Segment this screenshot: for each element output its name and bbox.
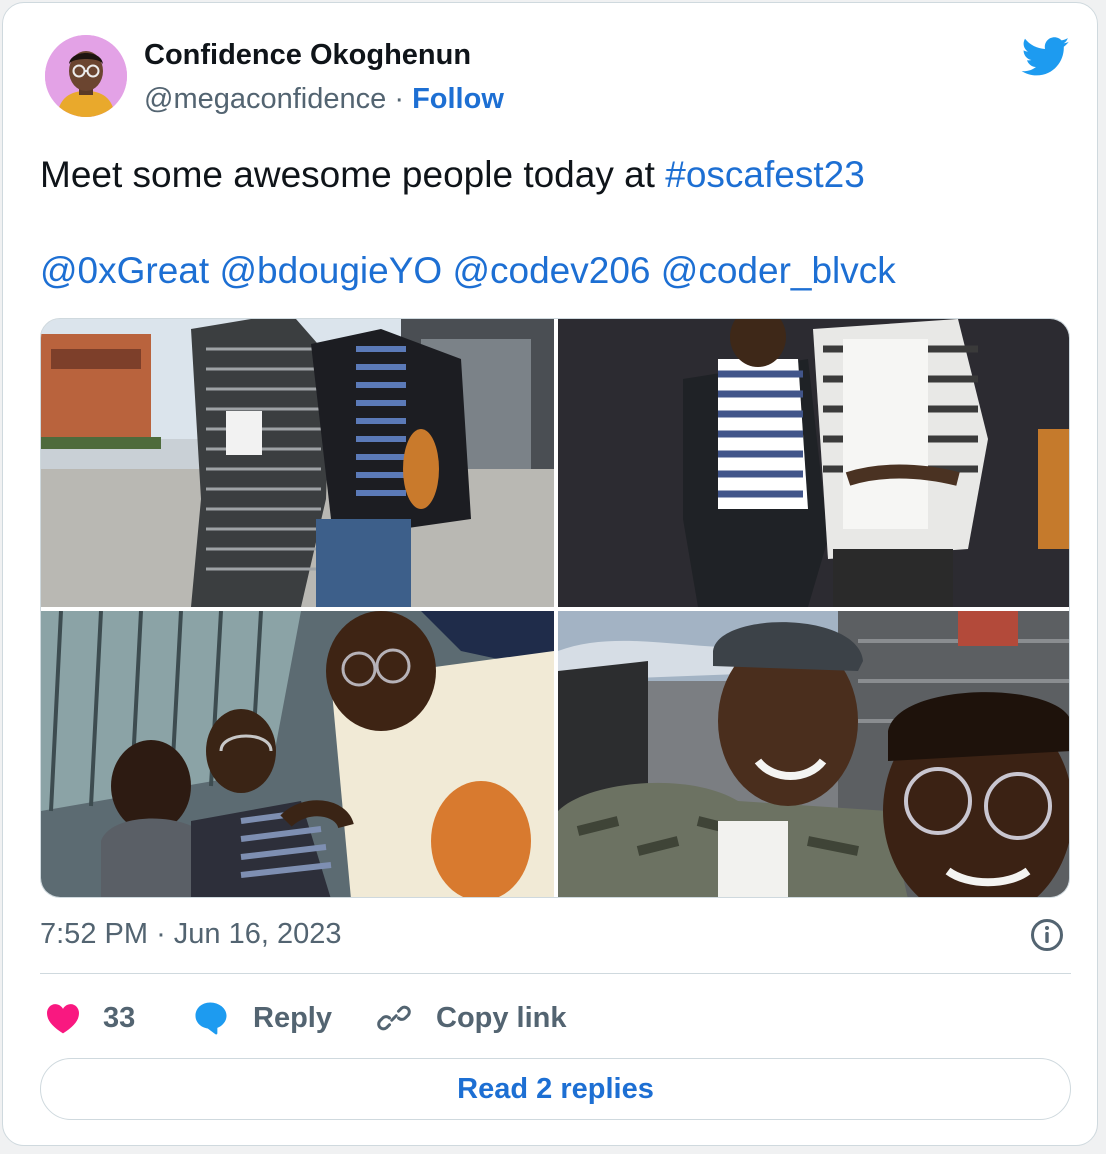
like-button[interactable]: 33 (45, 998, 135, 1038)
copy-link-button[interactable]: Copy link (376, 998, 567, 1038)
link-icon (377, 1005, 411, 1031)
handle-separator: · (394, 83, 404, 115)
author-avatar[interactable] (45, 35, 127, 117)
media-grid (40, 318, 1070, 898)
speech-bubble-icon (195, 1002, 227, 1035)
author-handle-line: @megaconfidence · Follow (144, 83, 504, 116)
mentions-line: @0xGreat @bdougieYO @codev206 @coder_blv… (40, 247, 896, 295)
tweet-text-prefix: Meet some awesome people today at (40, 154, 666, 195)
like-count: 33 (103, 1001, 136, 1034)
follow-button[interactable]: Follow (412, 83, 504, 115)
hashtag-link[interactable]: #oscafest23 (665, 154, 865, 195)
tweet-date: Jun 16, 2023 (173, 918, 342, 950)
read-replies-button[interactable]: Read 2 replies (40, 1058, 1071, 1120)
copy-link-label: Copy link (436, 1001, 567, 1034)
mention-link[interactable]: @coder_blvck (661, 250, 896, 291)
tweet-timestamp[interactable]: 7:52 PM · Jun 16, 2023 (40, 918, 342, 951)
author-name[interactable]: Confidence Okoghenun (144, 39, 471, 72)
author-handle[interactable]: @megaconfidence (144, 83, 386, 115)
media-photo[interactable] (558, 319, 1069, 607)
tweet-time: 7:52 PM (40, 918, 148, 950)
media-photo[interactable] (558, 611, 1069, 897)
user-avatar-photo (45, 35, 127, 117)
heart-icon (47, 1004, 79, 1034)
mention-link[interactable]: @codev206 (452, 250, 650, 291)
tweet-text: Meet some awesome people today at #oscaf… (40, 151, 865, 199)
divider (40, 973, 1071, 974)
timestamp-separator: · (156, 918, 166, 950)
mention-link[interactable]: @bdougieYO (219, 250, 442, 291)
media-photo[interactable] (41, 611, 554, 897)
reply-label: Reply (253, 1001, 332, 1034)
mention-link[interactable]: @0xGreat (40, 250, 209, 291)
reply-button[interactable]: Reply (193, 998, 332, 1038)
media-photo[interactable] (41, 319, 554, 607)
tweet-card: Confidence Okoghenun @megaconfidence · F… (2, 2, 1098, 1146)
info-icon[interactable] (1030, 918, 1064, 952)
read-replies-label: Read 2 replies (457, 1072, 654, 1105)
twitter-bird-icon[interactable] (1021, 37, 1071, 77)
